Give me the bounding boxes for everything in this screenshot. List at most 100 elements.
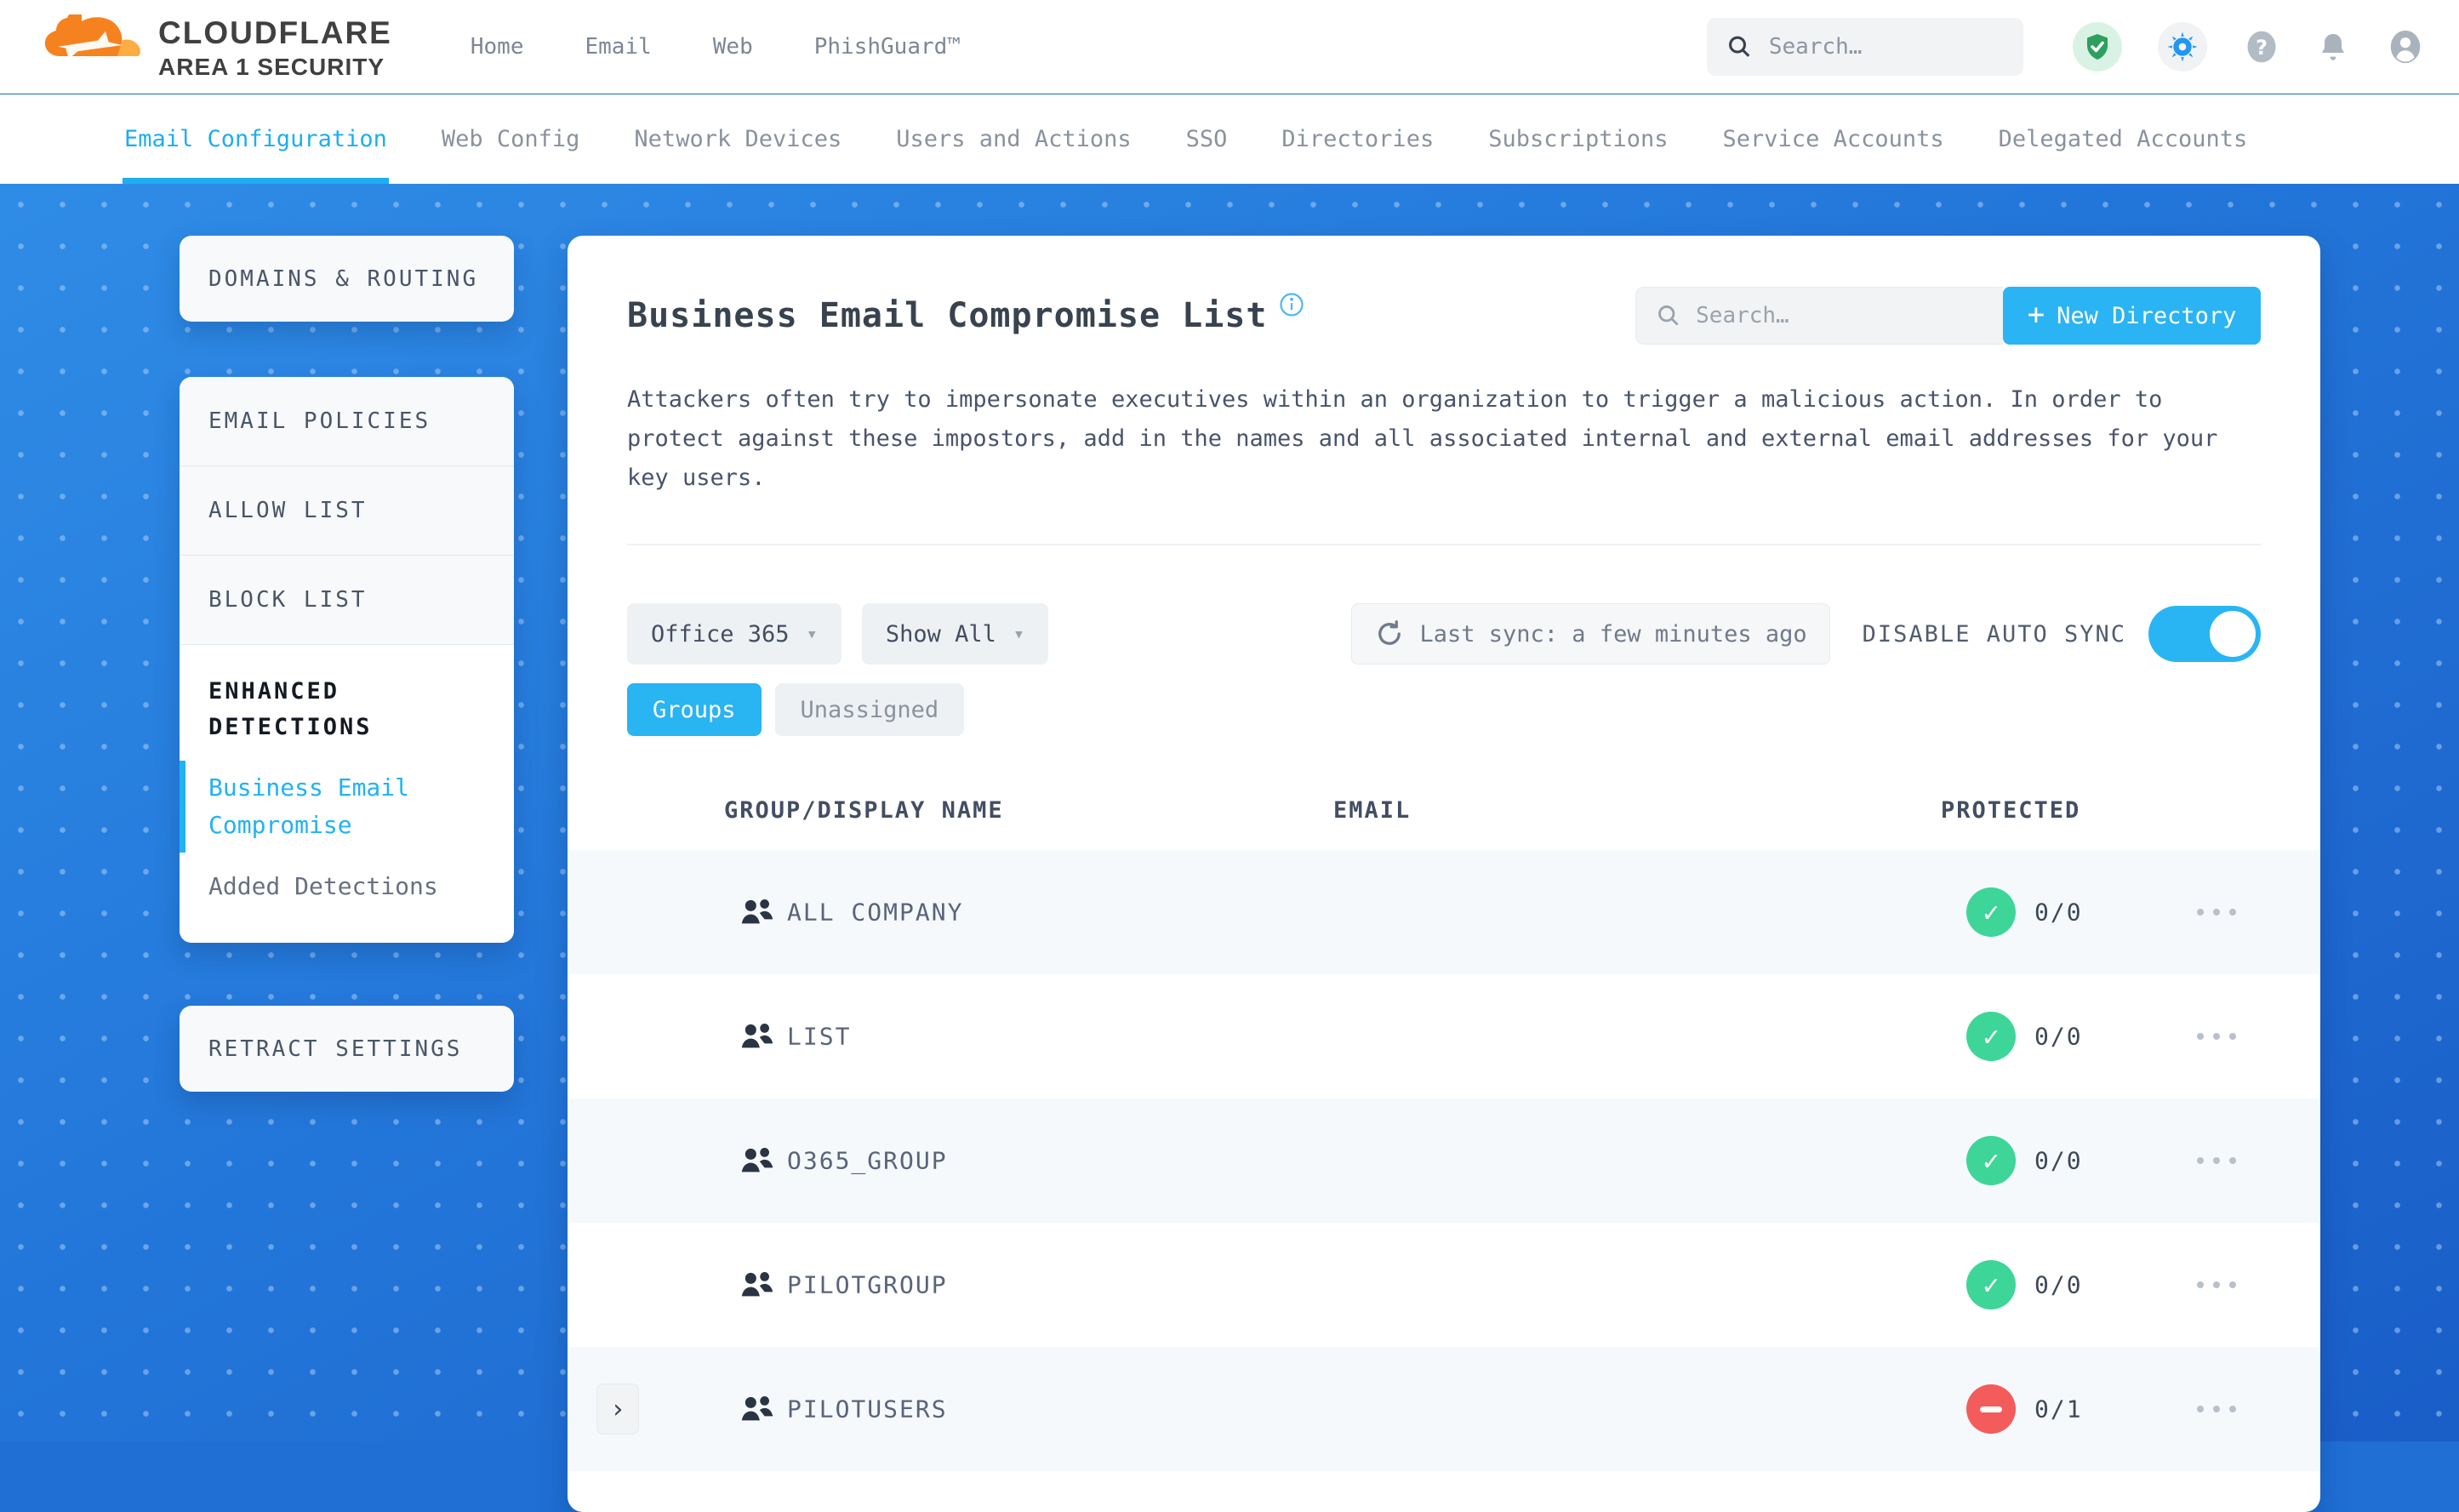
protected-count: 0/0 [2034, 1022, 2083, 1051]
minus-icon [1980, 1406, 2002, 1412]
groups-table: GROUP/DISPLAY NAME EMAIL PROTECTED ALL C… [568, 782, 2320, 1471]
group-icon [741, 1148, 773, 1173]
auto-sync-label: DISABLE AUTO SYNC [1862, 620, 2126, 648]
profile-icon[interactable] [2386, 27, 2425, 66]
nav-phishguard[interactable]: PhishGuard™ [814, 34, 961, 60]
protected-count: 0/1 [2034, 1395, 2083, 1424]
subnav-web-config[interactable]: Web Config [442, 94, 580, 184]
subnav-directories[interactable]: Directories [1281, 94, 1434, 184]
bec-search[interactable] [1635, 287, 2003, 345]
logo-sub-text: AREA 1 SECURITY [158, 53, 385, 80]
protected-status-icon: ✓ [1966, 887, 2016, 937]
page-description: Attackers often try to impersonate execu… [627, 386, 2218, 491]
column-group-display-name: GROUP/DISPLAY NAME [724, 797, 1004, 824]
row-menu-button[interactable] [2188, 1024, 2245, 1048]
sidebar-item-allow-list[interactable]: ALLOW LIST [180, 466, 514, 556]
check-icon: ✓ [1983, 1144, 2000, 1177]
group-name: PILOTUSERS [787, 1395, 948, 1424]
column-email: EMAIL [1333, 797, 1412, 824]
page-title: Business Email Compromise List [627, 296, 1268, 335]
tab-unassigned[interactable]: Unassigned [774, 683, 965, 736]
global-search-input[interactable] [1768, 33, 2003, 60]
search-icon [1658, 305, 1679, 326]
shield-check-icon[interactable] [2073, 21, 2122, 71]
sidebar-item-block-list[interactable]: BLOCK LIST [180, 556, 514, 645]
row-menu-button[interactable] [2188, 1149, 2245, 1173]
sidebar-item-email-policies[interactable]: EMAIL POLICIES [180, 377, 514, 466]
sidebar-item-added-detections[interactable]: Added Detections [180, 856, 514, 943]
refresh-icon [1378, 620, 1401, 645]
subnav-users-and-actions[interactable]: Users and Actions [896, 94, 1131, 184]
last-sync-button[interactable]: Last sync: a few minutes ago [1350, 603, 1830, 665]
table-row[interactable]: ALL COMPANY ✓ 0/0 [568, 850, 2320, 974]
chevron-right-icon: › [609, 1394, 626, 1424]
subnav-network-devices[interactable]: Network Devices [634, 94, 842, 184]
info-icon[interactable] [1279, 292, 1304, 317]
show-filter-value: Show All [885, 620, 996, 648]
group-icon [741, 899, 773, 924]
gear-icon[interactable] [2158, 21, 2207, 71]
subnav-email-configuration[interactable]: Email Configuration [123, 94, 389, 184]
subnav-service-accounts[interactable]: Service Accounts [1723, 94, 1944, 184]
row-menu-button[interactable] [2188, 900, 2245, 924]
auto-sync-toggle[interactable] [2148, 606, 2261, 662]
global-search[interactable] [1707, 17, 2023, 76]
sidebar-card-policies: EMAIL POLICIES ALLOW LIST BLOCK LIST ENH… [180, 377, 514, 943]
group-icon [741, 1272, 773, 1297]
sidebar-card-domains-routing[interactable]: DOMAINS & ROUTING [180, 236, 514, 322]
check-icon: ✓ [1983, 1269, 2000, 1301]
chevron-down-icon: ▾ [1013, 623, 1025, 645]
subnav-delegated-accounts[interactable]: Delegated Accounts [1999, 94, 2248, 184]
row-menu-button[interactable] [2188, 1397, 2245, 1421]
nav-web[interactable]: Web [713, 34, 753, 60]
column-protected: PROTECTED [1941, 797, 2081, 824]
group-name: ALL COMPANY [787, 898, 964, 927]
chevron-down-icon: ▾ [806, 623, 818, 645]
tab-groups[interactable]: Groups [627, 683, 762, 736]
nav-email[interactable]: Email [585, 34, 652, 60]
table-row[interactable]: › PILOTUSERS 0/1 [568, 1347, 2320, 1471]
group-icon [741, 1024, 773, 1048]
top-nav: Home Email Web PhishGuard™ [471, 34, 961, 60]
cloudflare-logo[interactable]: CLOUDFLARE AREA 1 SECURITY [44, 14, 392, 79]
sidebar-item-enhanced-detections[interactable]: ENHANCED DETECTIONS [180, 645, 514, 757]
bell-icon[interactable] [2316, 30, 2350, 64]
group-name: O365_GROUP [787, 1146, 948, 1175]
svg-text:?: ? [2256, 36, 2268, 60]
bec-search-input[interactable] [1696, 303, 1983, 328]
sidebar-item-retract-settings[interactable]: RETRACT SETTINGS [180, 1036, 491, 1062]
sidebar-item-business-email-compromise[interactable]: Business Email Compromise [180, 757, 514, 856]
sidebar-card-retract-settings[interactable]: RETRACT SETTINGS [180, 1006, 514, 1092]
show-filter-dropdown[interactable]: Show All ▾ [861, 603, 1049, 665]
check-icon: ✓ [1983, 1020, 2000, 1053]
protected-status-icon [1966, 1384, 2016, 1434]
directory-filter-value: Office 365 [651, 620, 790, 648]
row-menu-button[interactable] [2188, 1273, 2245, 1297]
protected-count: 0/0 [2034, 1146, 2083, 1175]
bec-list-panel: Business Email Compromise List + New Dir… [568, 236, 2320, 1512]
toggle-knob [2210, 611, 2256, 657]
sidebar-item-domains-routing[interactable]: DOMAINS & ROUTING [180, 266, 507, 292]
plus-icon: + [2027, 297, 2045, 332]
protected-status-icon: ✓ [1966, 1260, 2016, 1309]
nav-home[interactable]: Home [471, 34, 524, 60]
new-directory-button[interactable]: + New Directory [2003, 287, 2261, 345]
search-icon [1729, 36, 1750, 57]
table-row[interactable]: PILOTGROUP ✓ 0/0 [568, 1223, 2320, 1347]
cloudflare-cloud-icon [44, 14, 140, 59]
check-icon: ✓ [1983, 896, 2000, 928]
table-row[interactable]: O365_GROUP ✓ 0/0 [568, 1098, 2320, 1223]
subnav-sso[interactable]: SSO [1186, 94, 1228, 184]
protected-count: 0/0 [2034, 1270, 2083, 1299]
help-icon[interactable]: ? [2243, 28, 2280, 66]
expand-row-button[interactable]: › [596, 1384, 639, 1435]
divider [627, 544, 2261, 545]
protected-status-icon: ✓ [1966, 1012, 2016, 1061]
table-row[interactable]: LIST ✓ 0/0 [568, 974, 2320, 1098]
app-header: CLOUDFLARE AREA 1 SECURITY Home Email We… [0, 0, 2459, 94]
subnav-subscriptions[interactable]: Subscriptions [1488, 94, 1668, 184]
view-tabs: Groups Unassigned [627, 683, 2261, 736]
last-sync-text: Last sync: a few minutes ago [1419, 620, 1807, 648]
config-subnav: Email Configuration Web Config Network D… [0, 94, 2459, 184]
directory-filter-dropdown[interactable]: Office 365 ▾ [627, 603, 842, 665]
